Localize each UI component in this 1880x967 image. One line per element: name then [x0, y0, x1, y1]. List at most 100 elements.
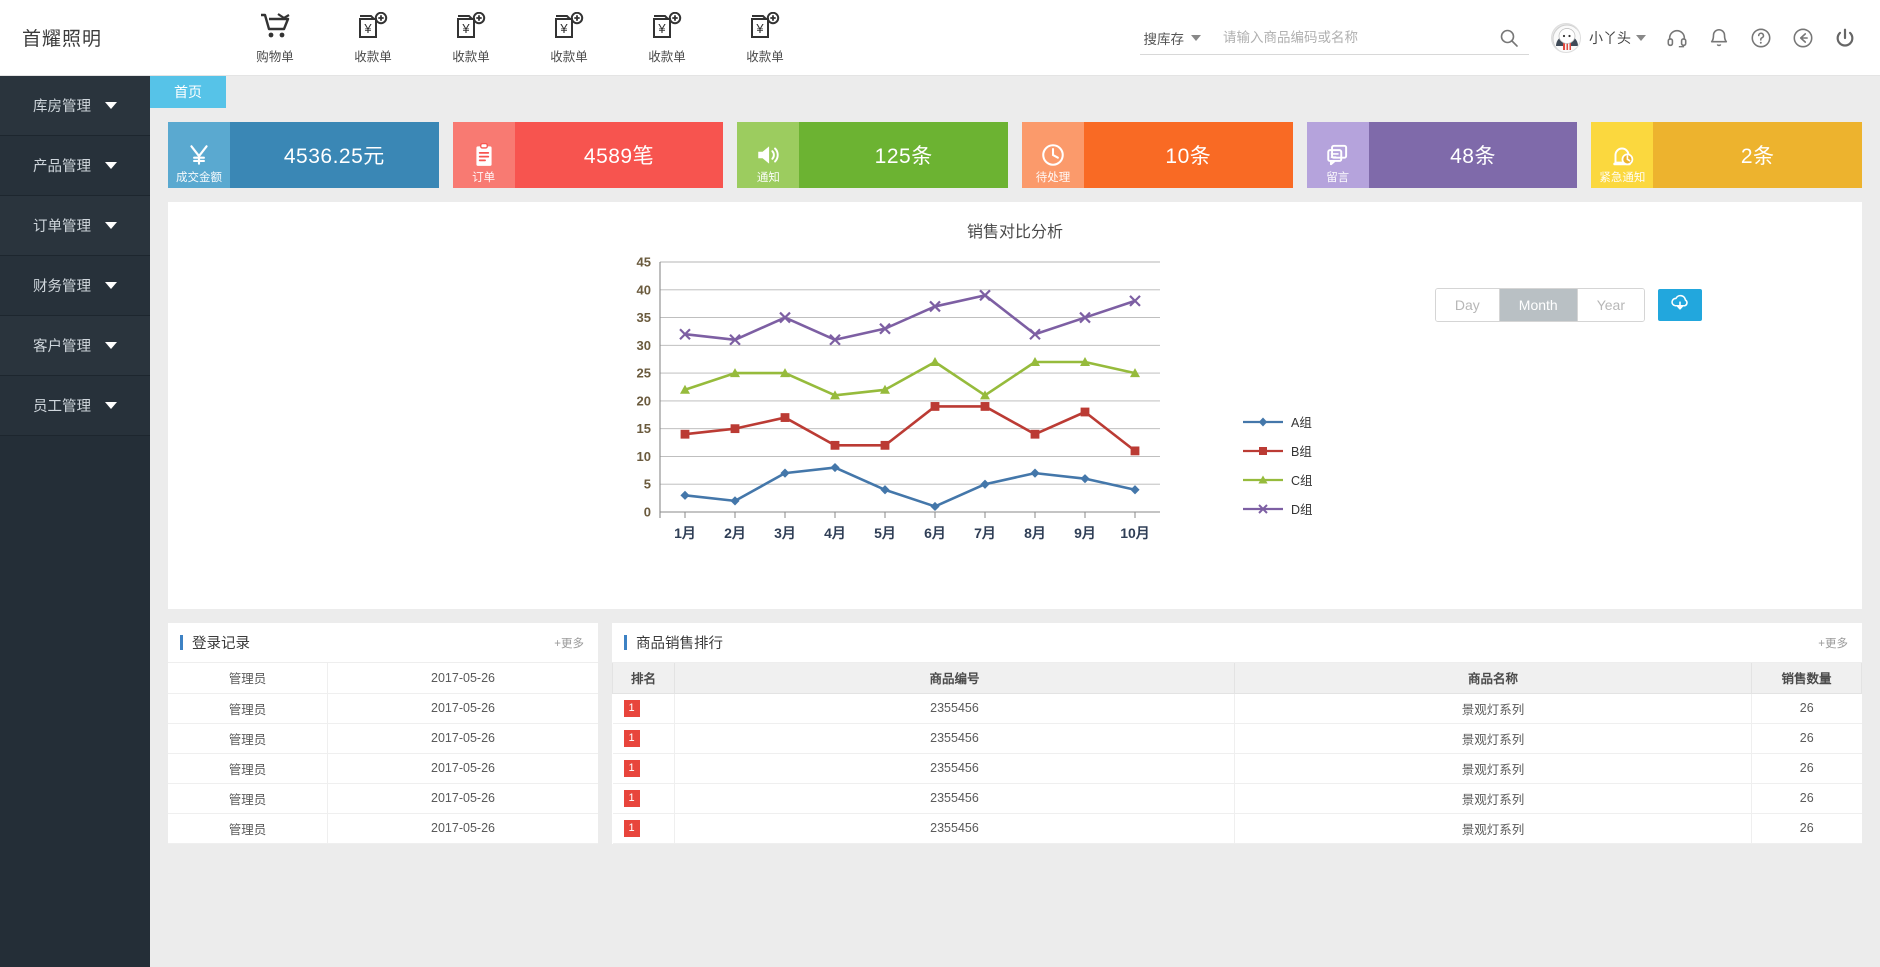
sidebar-item-label: 财务管理 — [33, 275, 91, 296]
chevron-down-icon — [105, 402, 117, 409]
search-icon[interactable] — [1489, 28, 1529, 48]
rank-badge: 1 — [624, 730, 640, 747]
content-area: 成交金额 4536.25元 订单 4589笔 通知 1 — [150, 108, 1880, 967]
stat-card-transaction-amount[interactable]: 成交金额 4536.25元 — [168, 122, 439, 188]
product-rank-table: 排名 商品编号 商品名称 销售数量 12355456景观灯系列261235545… — [612, 663, 1862, 844]
stat-card-value: 2条 — [1653, 122, 1862, 188]
sidebar-item-finance[interactable]: 财务管理 — [0, 256, 150, 316]
svg-text:6月: 6月 — [924, 525, 946, 541]
login-record-table: 管理员2017-05-26管理员2017-05-26管理员2017-05-26管… — [168, 663, 598, 844]
sidebar-item-customer[interactable]: 客户管理 — [0, 316, 150, 376]
svg-text:¥: ¥ — [461, 21, 470, 36]
login-date-cell: 2017-05-26 — [328, 663, 598, 693]
sales-qty-cell: 26 — [1752, 693, 1862, 723]
stat-card-notifications[interactable]: 通知 125条 — [737, 122, 1008, 188]
quick-action-label: 收款单 — [648, 46, 686, 65]
product-name-cell: 景观灯系列 — [1235, 813, 1752, 843]
quick-action-receipt-1[interactable]: ¥ 收款单 — [344, 10, 402, 65]
table-row[interactable]: 12355456景观灯系列26 — [613, 693, 1862, 723]
receipt-add-icon: ¥ — [750, 10, 780, 42]
product-name-cell: 景观灯系列 — [1235, 723, 1752, 753]
svg-text:¥: ¥ — [755, 21, 764, 36]
bell-icon[interactable] — [1702, 21, 1736, 55]
table-row[interactable]: 管理员2017-05-26 — [168, 753, 598, 783]
stat-card-urgent[interactable]: 紧急通知 2条 — [1591, 122, 1862, 188]
table-row[interactable]: 管理员2017-05-26 — [168, 783, 598, 813]
stat-card-messages[interactable]: 留言 48条 — [1307, 122, 1578, 188]
svg-text:¥: ¥ — [559, 21, 568, 36]
stat-card-pending[interactable]: 待处理 10条 — [1022, 122, 1293, 188]
quick-action-label: 收款单 — [746, 46, 784, 65]
login-user-cell: 管理员 — [168, 693, 328, 723]
receipt-add-icon: ¥ — [554, 10, 584, 42]
product-code-cell: 2355456 — [675, 693, 1235, 723]
quick-action-label: 收款单 — [354, 46, 392, 65]
avatar[interactable] — [1551, 23, 1581, 53]
receipt-add-icon: ¥ — [652, 10, 682, 42]
bottom-panels: 登录记录 +更多 管理员2017-05-26管理员2017-05-26管理员20… — [168, 623, 1862, 844]
brand-title: 首耀照明 — [0, 24, 150, 51]
quick-action-receipt-2[interactable]: ¥ 收款单 — [442, 10, 500, 65]
table-row[interactable]: 管理员2017-05-26 — [168, 813, 598, 843]
chevron-down-icon — [1191, 35, 1201, 41]
quick-action-receipt-4[interactable]: ¥ 收款单 — [638, 10, 696, 65]
table-row[interactable]: 12355456景观灯系列26 — [613, 783, 1862, 813]
rank-badge: 1 — [624, 820, 640, 837]
table-row[interactable]: 12355456景观灯系列26 — [613, 813, 1862, 843]
user-menu[interactable]: 小丫头 — [1589, 28, 1646, 48]
sidebar-item-warehouse[interactable]: 库房管理 — [0, 76, 150, 136]
sidebar-item-label: 员工管理 — [33, 395, 91, 416]
table-row[interactable]: 管理员2017-05-26 — [168, 693, 598, 723]
svg-text:8月: 8月 — [1024, 525, 1046, 541]
tab-home[interactable]: 首页 — [150, 76, 226, 108]
quick-action-receipt-5[interactable]: ¥ 收款单 — [736, 10, 794, 65]
svg-text:9月: 9月 — [1074, 525, 1096, 541]
table-row[interactable]: 管理员2017-05-26 — [168, 663, 598, 693]
card-icon-area: 通知 — [737, 122, 799, 188]
help-circle-icon[interactable] — [1744, 21, 1778, 55]
stat-card-value: 48条 — [1369, 122, 1578, 188]
table-row[interactable]: 12355456景观灯系列26 — [613, 723, 1862, 753]
legend-item-b[interactable]: B组 — [1243, 436, 1313, 465]
svg-text:4月: 4月 — [824, 525, 846, 541]
stat-card-value: 125条 — [799, 122, 1008, 188]
legend-label: A组 — [1291, 412, 1312, 431]
body-wrapper: 库房管理 产品管理 订单管理 财务管理 客户管理 员工管理 首页 — [0, 76, 1880, 967]
product-code-cell: 2355456 — [675, 813, 1235, 843]
product-name-cell: 景观灯系列 — [1235, 693, 1752, 723]
back-arrow-icon[interactable] — [1786, 21, 1820, 55]
sidebar-item-order[interactable]: 订单管理 — [0, 196, 150, 256]
login-date-cell: 2017-05-26 — [328, 813, 598, 843]
stat-card-orders[interactable]: 订单 4589笔 — [453, 122, 724, 188]
top-header: 首耀照明 购物单 ¥ 收款单 ¥ 收款单 ¥ 收款单 — [0, 0, 1880, 76]
quick-action-label: 收款单 — [452, 46, 490, 65]
sidebar-item-staff[interactable]: 员工管理 — [0, 376, 150, 436]
legend-item-c[interactable]: C组 — [1243, 465, 1313, 494]
search-input[interactable] — [1211, 30, 1489, 45]
speaker-icon — [755, 142, 781, 168]
sidebar-item-product[interactable]: 产品管理 — [0, 136, 150, 196]
quick-action-shopping-order[interactable]: 购物单 — [246, 10, 304, 65]
quick-action-receipt-3[interactable]: ¥ 收款单 — [540, 10, 598, 65]
legend-item-d[interactable]: D组 — [1243, 494, 1313, 523]
stat-card-label: 紧急通知 — [1591, 169, 1653, 185]
quick-action-label: 购物单 — [256, 46, 294, 65]
table-row[interactable]: 管理员2017-05-26 — [168, 723, 598, 753]
login-user-cell: 管理员 — [168, 723, 328, 753]
search-scope-dropdown[interactable]: 搜库存 — [1140, 28, 1212, 48]
headset-icon[interactable] — [1660, 21, 1694, 55]
table-row[interactable]: 12355456景观灯系列26 — [613, 753, 1862, 783]
column-header-rank: 排名 — [613, 663, 675, 693]
power-icon[interactable] — [1828, 21, 1862, 55]
rank-cell: 1 — [613, 723, 675, 753]
card-icon-area: 订单 — [453, 122, 515, 188]
legend-item-a[interactable]: A组 — [1243, 407, 1313, 436]
stat-card-label: 成交金额 — [168, 169, 230, 185]
table-header-row: 排名 商品编号 商品名称 销售数量 — [613, 663, 1862, 693]
main-area: 首页 成交金额 4536.25元 订单 4589笔 — [150, 76, 1880, 967]
rank-cell: 1 — [613, 813, 675, 843]
username-label: 小丫头 — [1589, 28, 1631, 48]
sales-qty-cell: 26 — [1752, 783, 1862, 813]
rank-more-link[interactable]: +更多 — [1818, 635, 1848, 651]
login-more-link[interactable]: +更多 — [554, 635, 584, 651]
